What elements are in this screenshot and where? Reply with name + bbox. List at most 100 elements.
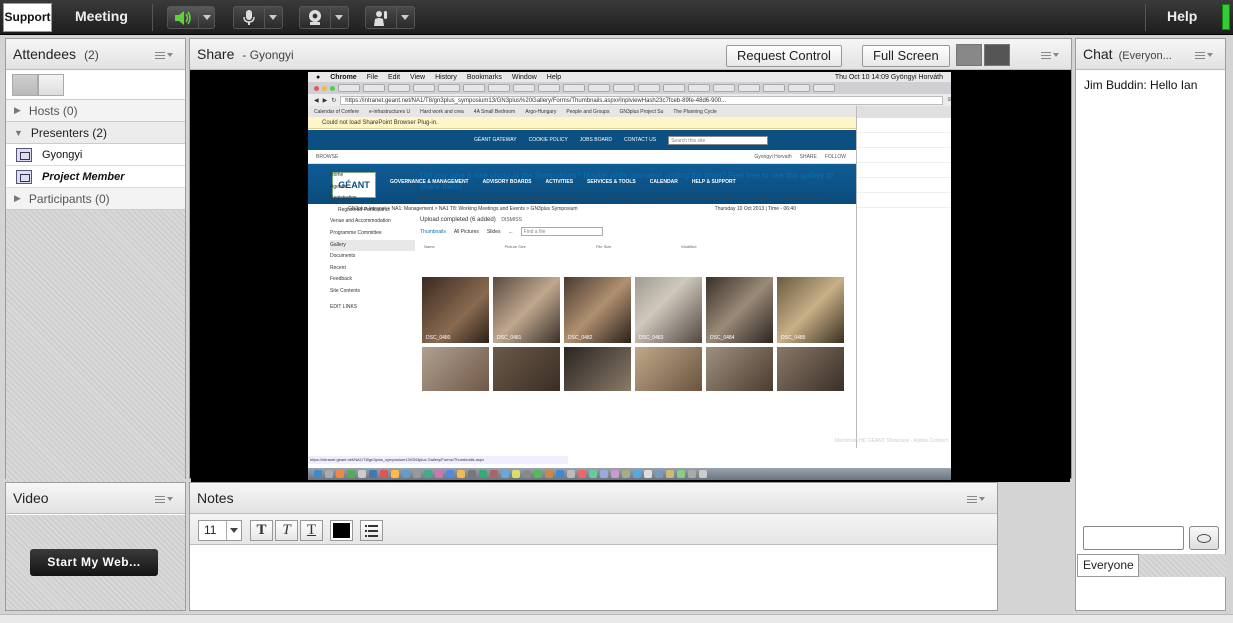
- browser-address-bar: ◀ ▶ ↻ https://intranet.geant.net/NA1/T8/gn…: [308, 94, 951, 106]
- notes-text-area[interactable]: [190, 546, 997, 610]
- gallery-note: Please note that these pictures might be…: [420, 196, 828, 202]
- microphone-button[interactable]: [233, 6, 283, 29]
- dock-icon: [534, 470, 542, 478]
- webcam-dropdown[interactable]: [330, 7, 346, 28]
- dock-icon: [446, 470, 454, 478]
- font-size-select[interactable]: 11: [198, 520, 242, 541]
- speaker-icon: [168, 7, 198, 28]
- actual-size-icon[interactable]: [984, 44, 1010, 66]
- notes-pod-menu-icon[interactable]: [967, 494, 985, 504]
- expand-triangle-icon: ▶: [14, 193, 21, 203]
- dock-icon: [545, 470, 553, 478]
- group-hosts[interactable]: ▶ Hosts (0): [6, 100, 185, 122]
- thumbnail-label: DSC_0480: [426, 335, 451, 341]
- bookmark-item: Hard work and crea: [420, 108, 464, 115]
- view-slides: Slides: [486, 228, 501, 235]
- edit-links: EDIT LINKS: [330, 303, 358, 310]
- raise-hand-dropdown[interactable]: [396, 7, 412, 28]
- shared-screen-area[interactable]: ● Chrome File Edit View History Bookmark…: [191, 71, 1070, 516]
- bookmark-item: Argo-Hungary: [525, 108, 557, 115]
- chat-pod-menu-icon[interactable]: [1195, 50, 1213, 60]
- underline-button[interactable]: T: [300, 520, 323, 541]
- minimize-window-icon: [322, 85, 327, 91]
- photo-thumbnail: [706, 347, 773, 391]
- browser-tab: [363, 84, 385, 92]
- browser-tab: [488, 84, 510, 92]
- dock-icon: [677, 470, 685, 478]
- start-webcam-button[interactable]: Start My Web...: [30, 549, 158, 576]
- dock-icon: [479, 470, 487, 478]
- dock-icon: [578, 470, 586, 478]
- attendees-pod-menu-icon[interactable]: [155, 50, 173, 60]
- dock-icon: [644, 470, 652, 478]
- notes-header: Notes: [190, 483, 997, 514]
- browser-tab: [338, 84, 360, 92]
- list-view-icon[interactable]: [12, 74, 38, 96]
- dock-icon: [391, 470, 399, 478]
- thumbnail-grid: DSC_0480 DSC_0481 DSC_0482 DSC_0483 DSC_…: [422, 277, 844, 391]
- photo-thumbnail: DSC_0483: [635, 277, 702, 343]
- photo-thumbnail: DSC_0481: [493, 277, 560, 343]
- raise-hand-button[interactable]: [365, 6, 415, 29]
- webcam-button[interactable]: [299, 6, 349, 29]
- attendee-row[interactable]: Gyongyi: [6, 144, 185, 166]
- speaker-button[interactable]: [167, 6, 215, 29]
- left-nav-item: Documents: [330, 253, 356, 260]
- microphone-dropdown[interactable]: [264, 7, 280, 28]
- background-window-row: [857, 147, 951, 148]
- help-menu[interactable]: Help: [1167, 8, 1197, 24]
- request-control-button[interactable]: Request Control: [726, 45, 842, 67]
- ribbon-browse: BROWSE: [316, 153, 339, 160]
- photo-thumbnail: [635, 347, 702, 391]
- view-more: ...: [508, 228, 513, 235]
- url-field: https://intranet.geant.net/NA1/T8/gn3plu…: [340, 95, 944, 105]
- font-size-value: 11: [204, 523, 217, 537]
- share-pod-menu-icon[interactable]: [1041, 50, 1059, 60]
- background-window-row: [857, 162, 951, 163]
- text-color-button[interactable]: [330, 520, 353, 541]
- group-participants[interactable]: ▶ Participants (0): [6, 188, 185, 210]
- attendee-row[interactable]: Project Member: [6, 166, 185, 188]
- dock-icon: [413, 470, 421, 478]
- meeting-menu[interactable]: Meeting: [75, 8, 128, 24]
- group-presenters-label: Presenters (2): [30, 125, 107, 140]
- mac-dock: [308, 468, 951, 480]
- fit-to-window-icon[interactable]: [956, 44, 982, 66]
- italic-button[interactable]: T: [275, 520, 298, 541]
- top-toolbar: Support Meeting Help: [0, 0, 1233, 35]
- shared-desktop: ● Chrome File Edit View History Bookmark…: [308, 72, 951, 480]
- browser-tab: [788, 84, 810, 92]
- webcam-icon: [300, 7, 330, 28]
- support-logo: Support: [3, 3, 52, 32]
- left-nav-item: Feedback: [330, 276, 352, 283]
- forward-icon: ▶: [322, 97, 328, 104]
- user-status-view-icon[interactable]: [38, 74, 64, 96]
- speaker-dropdown[interactable]: [198, 7, 214, 28]
- dock-icon: [380, 470, 388, 478]
- bookmark-item: Calendar of Confere: [314, 108, 360, 115]
- attendees-empty-area: [6, 210, 185, 486]
- thumbnail-label: DSC_0482: [568, 335, 593, 341]
- send-message-button[interactable]: [1189, 526, 1219, 550]
- expand-triangle-icon: ▶: [14, 105, 21, 115]
- photo-thumbnail: DSC_0485: [777, 277, 844, 343]
- bold-button[interactable]: T: [250, 520, 273, 541]
- browser-status-url: https://intranet.geant.net/NA1/T8/gn3plu…: [308, 456, 568, 464]
- menubar-clock: Thu Oct 10 14:09 Gyöngyi Horváth: [834, 73, 943, 81]
- connection-status-indicator: [1222, 4, 1230, 30]
- dock-icon: [369, 470, 377, 478]
- video-pod-menu-icon[interactable]: [155, 494, 173, 504]
- bookmark-item: People and Groups: [566, 108, 610, 115]
- attendee-view-toolbar: [6, 70, 185, 100]
- background-window-row: [857, 177, 951, 178]
- bottom-status-strip: [0, 614, 1233, 623]
- chat-tab-everyone[interactable]: Everyone: [1077, 554, 1139, 577]
- column-header: Name: [424, 244, 435, 249]
- menubar-item: File: [366, 73, 378, 81]
- photo-thumbnail: DSC_0482: [564, 277, 631, 343]
- chat-input[interactable]: [1083, 526, 1184, 550]
- bullet-list-button[interactable]: [360, 520, 383, 541]
- group-presenters[interactable]: ▼ Presenters (2): [6, 122, 185, 144]
- full-screen-button[interactable]: Full Screen: [862, 45, 950, 67]
- left-nav-item: Registration: [330, 195, 357, 202]
